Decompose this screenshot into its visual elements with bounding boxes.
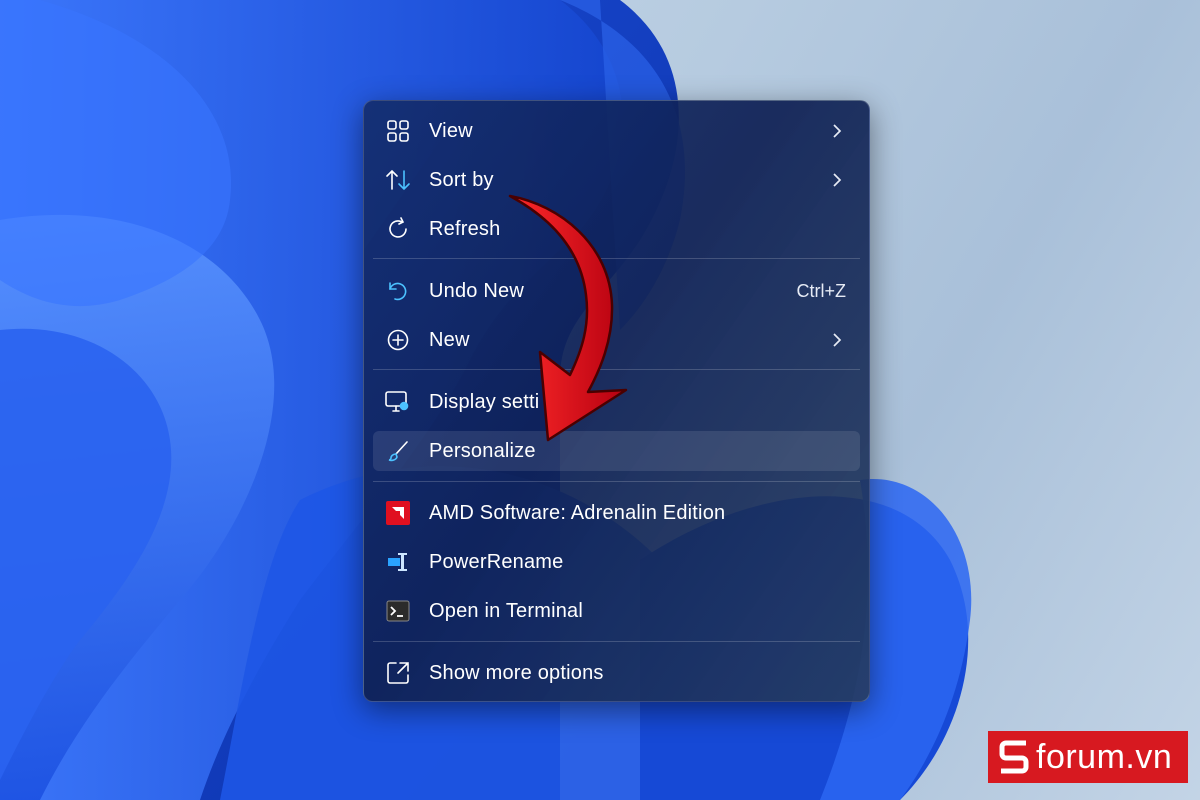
menu-item-show-more-options[interactable]: Show more options [373,653,860,693]
menu-item-powerrename[interactable]: PowerRename [373,542,860,582]
menu-item-label: Refresh [429,217,501,240]
menu-item-sort-by[interactable]: Sort by [373,160,860,200]
chevron-right-icon [832,332,842,353]
menu-item-refresh[interactable]: Refresh [373,209,860,249]
powerrename-icon [385,550,411,574]
plus-circle-icon [385,328,411,352]
menu-separator [373,641,860,642]
menu-item-display-settings[interactable]: Display setti [373,382,860,422]
sforum-watermark: forum.vn [988,731,1188,783]
amd-icon [385,501,411,525]
display-settings-icon [385,390,411,414]
menu-item-label: Show more options [429,661,604,684]
menu-separator [373,481,860,482]
menu-item-label: Undo New [429,279,524,302]
menu-item-undo-new[interactable]: Undo New Ctrl+Z [373,271,860,311]
menu-item-label: AMD Software: Adrenalin Edition [429,501,726,524]
sforum-s-logo [999,740,1029,774]
chevron-right-icon [832,123,842,144]
brush-icon [385,439,411,463]
watermark-text: forum.vn [1036,737,1173,776]
grid-icon [385,119,411,143]
refresh-icon [385,217,411,241]
menu-item-label: Display setti [429,390,540,413]
menu-item-amd-software[interactable]: AMD Software: Adrenalin Edition [373,493,860,533]
menu-item-label: View [429,119,473,142]
menu-item-label: Sort by [429,168,494,191]
sort-icon [385,168,411,192]
show-more-icon [385,661,411,685]
menu-separator [373,369,860,370]
menu-item-open-in-terminal[interactable]: Open in Terminal [373,591,860,631]
menu-item-label: New [429,328,470,351]
shortcut-text: Ctrl+Z [796,280,847,301]
chevron-right-icon [832,172,842,193]
menu-item-view[interactable]: View [373,111,860,151]
desktop-context-menu: View Sort by Refresh Undo New Ctrl+Z New… [363,100,870,702]
menu-item-new[interactable]: New [373,320,860,360]
terminal-icon [385,599,411,623]
menu-item-label: PowerRename [429,550,564,573]
undo-icon [385,279,411,303]
menu-separator [373,258,860,259]
menu-item-personalize[interactable]: Personalize [373,431,860,471]
menu-item-label: Personalize [429,439,536,462]
menu-item-label: Open in Terminal [429,599,584,622]
